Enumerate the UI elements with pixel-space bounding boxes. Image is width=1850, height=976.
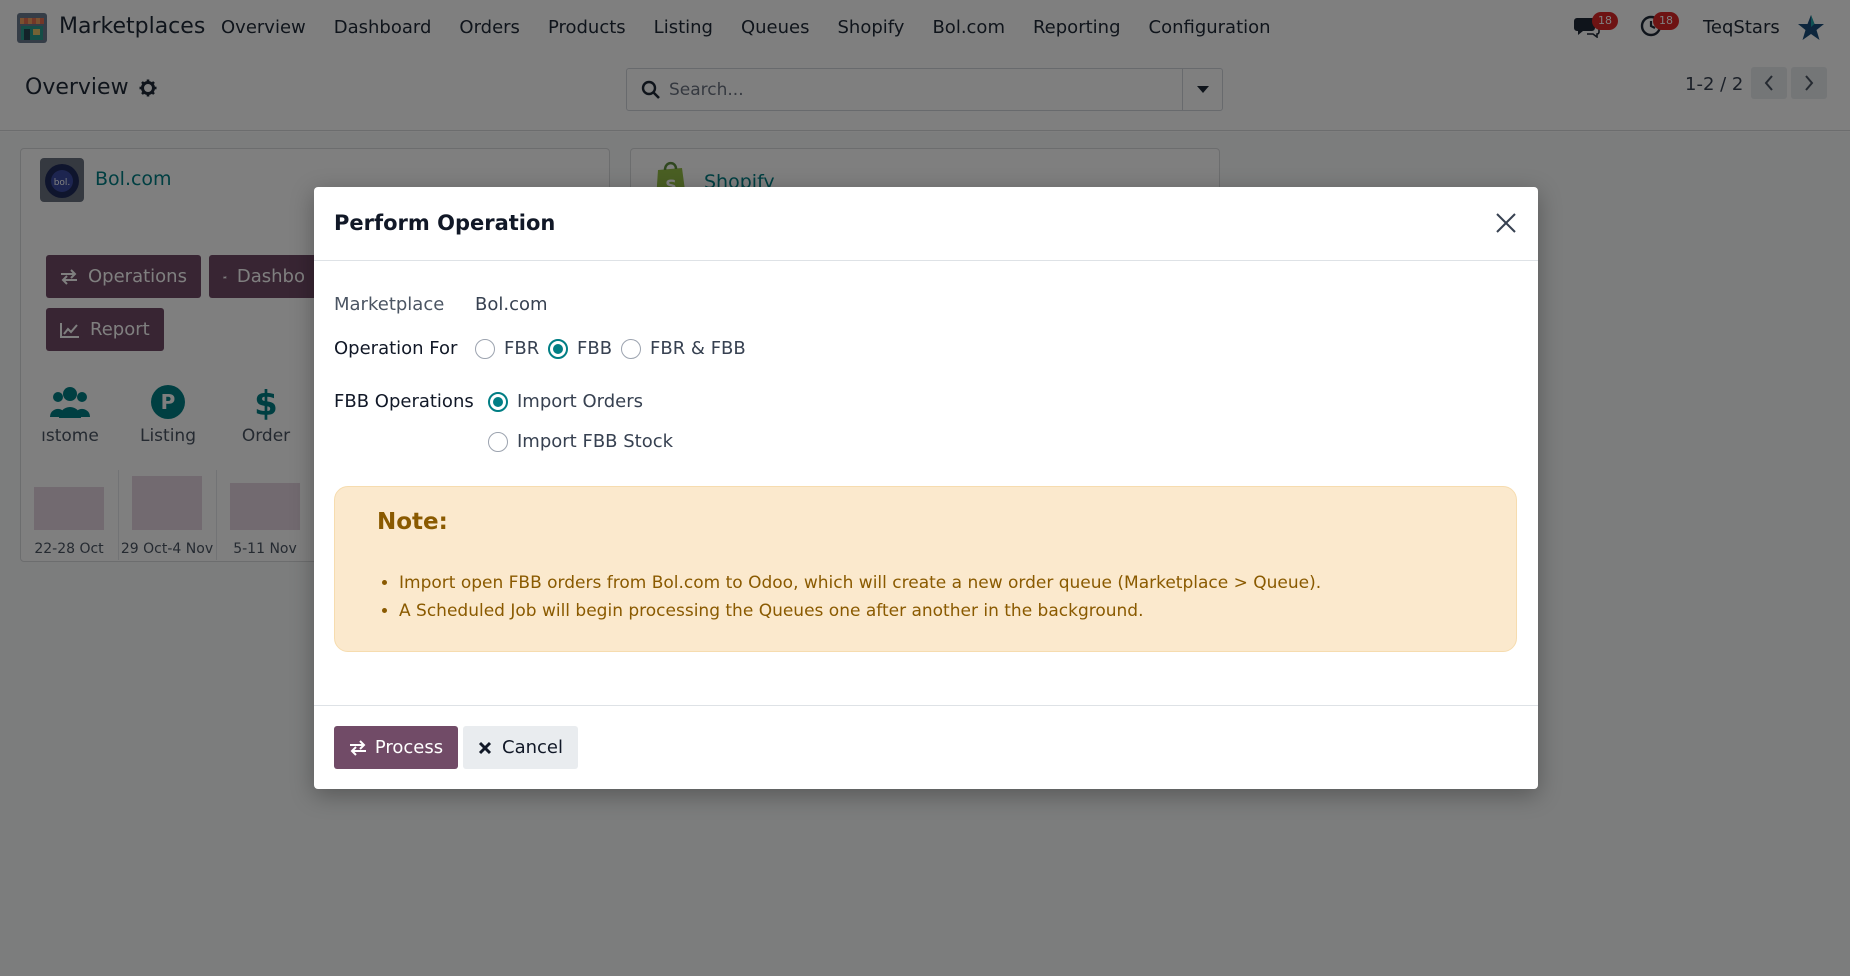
operation-for-fbr-fbb-radio[interactable]: FBR & FBB [621, 338, 746, 359]
note-alert: Note: Import open FBB orders from Bol.co… [334, 486, 1517, 652]
cancel-button[interactable]: Cancel [463, 726, 578, 769]
fbb-operations-label: FBB Operations [334, 391, 474, 412]
close-button[interactable] [1492, 209, 1520, 237]
radio-fbr-dot[interactable] [475, 338, 495, 359]
operation-for-fbb-radio[interactable]: FBB [548, 338, 612, 359]
times-icon [478, 741, 492, 754]
close-icon [1496, 213, 1516, 233]
exchange-icon [349, 739, 366, 756]
perform-operation-dialog: Perform Operation Marketplace Bol.com Op… [314, 187, 1538, 789]
import-fbb-stock-radio[interactable]: Import FBB Stock [488, 431, 673, 452]
operation-for-fbr-radio[interactable]: FBR [475, 338, 539, 359]
process-button[interactable]: Process [334, 726, 458, 769]
radio-fbb-label: FBB [577, 338, 613, 359]
radio-fbb-dot-selected[interactable] [548, 338, 568, 359]
radio-fbr-label: FBR [504, 338, 540, 359]
dialog-footer: Process Cancel [314, 705, 1538, 789]
import-orders-radio[interactable]: Import Orders [488, 391, 643, 412]
marketplace-label: Marketplace [334, 294, 445, 315]
note-item: A Scheduled Job will begin processing th… [399, 597, 1321, 625]
dialog-title: Perform Operation [334, 211, 556, 235]
note-title: Note: [377, 509, 448, 535]
cancel-button-label: Cancel [502, 737, 563, 758]
note-item: Import open FBB orders from Bol.com to O… [399, 569, 1321, 597]
operation-for-label: Operation For [334, 338, 458, 359]
dialog-header: Perform Operation [314, 187, 1538, 261]
process-button-label: Process [374, 737, 444, 758]
note-list: Import open FBB orders from Bol.com to O… [379, 569, 1321, 625]
radio-fbr-fbb-label: FBR & FBB [650, 338, 746, 359]
marketplace-value: Bol.com [475, 294, 548, 315]
radio-import-fbb-stock-label: Import FBB Stock [517, 431, 674, 452]
radio-import-orders-dot-selected[interactable] [488, 391, 508, 412]
radio-fbr-fbb-dot[interactable] [621, 338, 641, 359]
radio-import-orders-label: Import Orders [517, 391, 643, 412]
radio-import-fbb-stock-dot[interactable] [488, 431, 508, 452]
